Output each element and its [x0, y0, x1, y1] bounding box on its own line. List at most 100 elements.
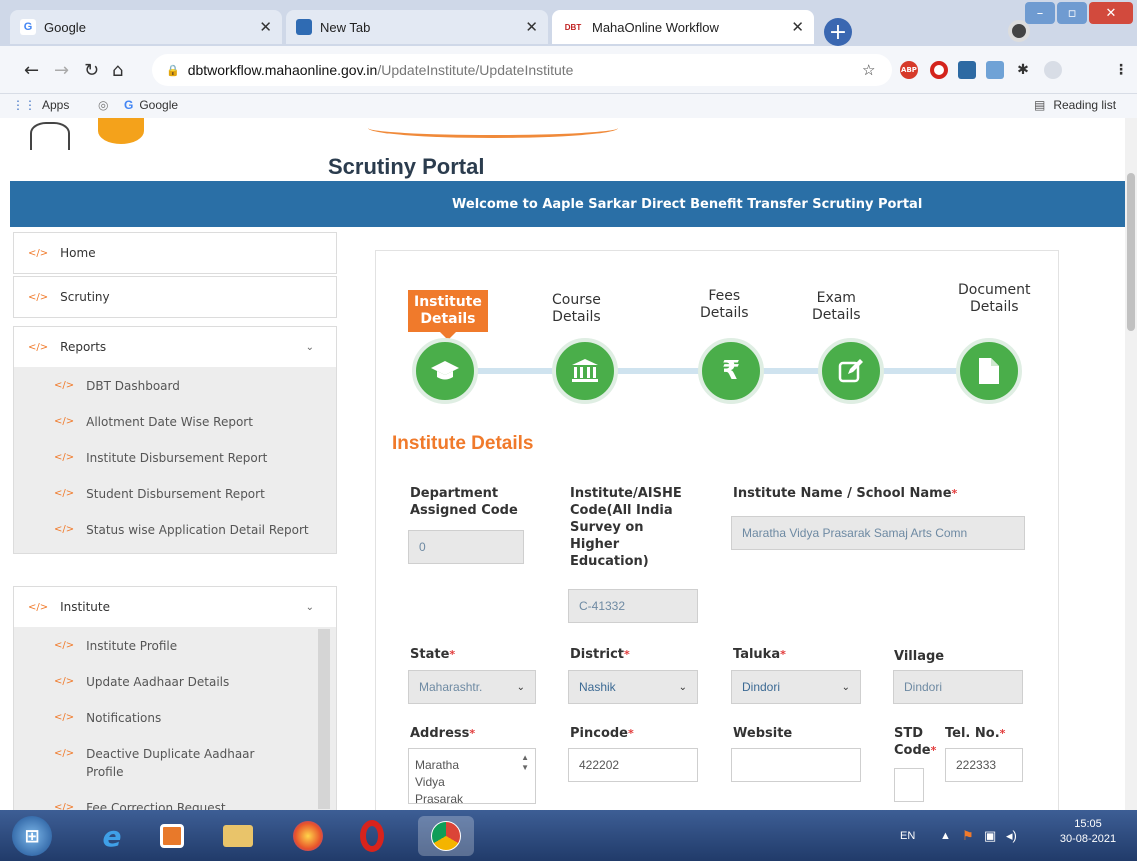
label-line: Assigned Code	[410, 503, 518, 518]
step-fees-button[interactable]: ₹	[698, 338, 764, 404]
avatar[interactable]	[1044, 61, 1062, 79]
sidebar-item-scrutiny[interactable]: </> Scrutiny	[13, 276, 337, 318]
action-center-icon[interactable]: ⚑	[962, 828, 974, 844]
page-scrollbar[interactable]	[1125, 118, 1137, 810]
sidebar-item-reports[interactable]: </> Reports ⌄	[14, 327, 336, 367]
address-line: Maratha	[415, 758, 460, 772]
sidebar-item-notifications[interactable]: </> Notifications	[14, 699, 336, 735]
document-icon	[979, 358, 999, 384]
media-player-icon[interactable]	[152, 816, 192, 856]
maximize-icon[interactable]: ▫	[1057, 2, 1087, 24]
new-tab-button[interactable]: +	[824, 18, 852, 46]
submenu-scrollbar[interactable]	[318, 629, 330, 809]
step-document-button[interactable]	[956, 338, 1022, 404]
tab-mahaonline-workflow[interactable]: DBT MahaOnline Workflow ✕	[552, 10, 814, 44]
bookmark-globe[interactable]: ◎	[98, 98, 108, 112]
label-text: Tel. No.	[945, 726, 1000, 741]
sidebar-item-home[interactable]: </> Home	[13, 232, 337, 274]
adblock-extension-icon[interactable]: ABP	[900, 61, 918, 79]
scrollbar-thumb[interactable]	[1127, 173, 1135, 331]
volume-icon[interactable]: ◂)	[1006, 828, 1017, 844]
step-label-line: Institute	[414, 294, 482, 310]
step-exam-button[interactable]	[818, 338, 884, 404]
file-explorer-icon[interactable]	[218, 816, 258, 856]
home-icon[interactable]: ⌂	[112, 60, 123, 81]
label-line: Institute/AISHE	[570, 486, 682, 501]
step-label-institute[interactable]: Institute Details	[408, 290, 488, 332]
extension-icon[interactable]	[958, 61, 976, 79]
label-text: District	[570, 647, 624, 662]
village-field[interactable]: Dindori	[893, 670, 1023, 704]
bookmark-apps[interactable]: ⋮⋮ Apps	[12, 98, 69, 112]
close-tab-icon[interactable]: ✕	[259, 18, 272, 36]
reload-icon[interactable]: ↻	[84, 60, 99, 81]
back-icon[interactable]: ←	[24, 60, 39, 81]
show-hidden-icons-icon[interactable]: ▲	[940, 830, 951, 842]
sidebar-item-fee-correction[interactable]: </> Fee Correction Request	[14, 789, 336, 810]
internet-explorer-icon[interactable]: e	[92, 816, 132, 856]
browser-tab-strip: G Google ✕ New Tab ✕ DBT MahaOnline Work…	[0, 0, 1137, 46]
tel-no-input[interactable]: 222333	[945, 748, 1023, 782]
step-label-document[interactable]: Document Details	[958, 282, 1031, 316]
close-tab-icon[interactable]: ✕	[791, 18, 804, 36]
pincode-input[interactable]: 422202	[568, 748, 698, 782]
tab-new-tab[interactable]: New Tab ✕	[286, 10, 548, 44]
bookmark-google[interactable]: G Google	[124, 98, 178, 112]
url-input[interactable]: 🔒 dbtworkflow.mahaonline.gov.in/UpdateIn…	[152, 54, 892, 86]
opera-icon[interactable]	[352, 816, 392, 856]
close-tab-icon[interactable]: ✕	[525, 18, 538, 36]
reading-list-button[interactable]: ▤ Reading list	[1034, 98, 1116, 112]
clock[interactable]: 15:05 30-08-2021	[1058, 818, 1118, 845]
step-label-fees[interactable]: Fees Details	[700, 288, 749, 322]
window-controls: – ▫ ✕	[1023, 2, 1133, 24]
textarea-scroll-arrows[interactable]: ▲ ▼	[521, 753, 529, 773]
aishe-code-field[interactable]: C-41332	[568, 589, 698, 623]
step-label-course[interactable]: Course Details	[552, 292, 601, 326]
std-code-input[interactable]	[894, 768, 924, 802]
sidebar-item-institute-profile[interactable]: </> Institute Profile	[14, 627, 336, 663]
rupee-icon: ₹	[721, 356, 741, 386]
opera-extension-icon[interactable]	[930, 61, 948, 79]
taluka-select[interactable]: Dindori ⌄	[731, 670, 861, 704]
firefox-icon[interactable]	[288, 816, 328, 856]
sidebar-item-institute[interactable]: </> Institute ⌄	[14, 587, 336, 627]
menu-label: Institute Profile	[86, 639, 178, 653]
sidebar-item-update-aadhaar[interactable]: </> Update Aadhaar Details	[14, 663, 336, 699]
language-indicator[interactable]: EN	[900, 830, 915, 842]
address-textarea[interactable]: Maratha Vidya Prasarak ▲ ▼	[408, 748, 536, 804]
code-bullet-icon: </>	[28, 601, 49, 613]
label-text: Pincode	[570, 726, 628, 741]
minimize-icon[interactable]: –	[1025, 2, 1055, 24]
menu-label: Institute	[60, 600, 110, 614]
chrome-icon[interactable]	[418, 816, 474, 856]
start-button-icon[interactable]: ⊞	[12, 816, 52, 856]
extension-icon[interactable]	[986, 61, 1004, 79]
chrome-glyph	[431, 821, 461, 851]
tab-title: MahaOnline Workflow	[592, 19, 719, 35]
sidebar-item-status-report[interactable]: </> Status wise Application Detail Report	[14, 511, 336, 553]
media-player-glyph	[160, 824, 184, 848]
forward-icon[interactable]: →	[54, 60, 69, 81]
network-icon[interactable]: ▣	[984, 828, 996, 844]
menu-dots-icon[interactable]: ⋮	[1112, 61, 1130, 79]
sidebar-item-student-disbursement[interactable]: </> Student Disbursement Report	[14, 475, 336, 511]
code-bullet-icon: </>	[54, 676, 75, 687]
tab-google[interactable]: G Google ✕	[10, 10, 282, 44]
code-bullet-icon: </>	[54, 488, 75, 499]
sidebar-item-dbt-dashboard[interactable]: </> DBT Dashboard	[14, 367, 336, 403]
sidebar-item-institute-disbursement[interactable]: </> Institute Disbursement Report	[14, 439, 336, 475]
sidebar-item-allotment-report[interactable]: </> Allotment Date Wise Report	[14, 403, 336, 439]
bookmark-star-icon[interactable]: ☆	[862, 61, 875, 79]
dept-code-field[interactable]: 0	[408, 530, 524, 564]
step-course-button[interactable]	[552, 338, 618, 404]
village-label: Village	[894, 649, 945, 664]
sidebar-item-deactive-duplicate[interactable]: </> Deactive Duplicate Aadhaar Profile	[14, 735, 304, 789]
step-institute-button[interactable]	[412, 338, 478, 404]
district-select[interactable]: Nashik ⌄	[568, 670, 698, 704]
puzzle-icon[interactable]: ✱	[1014, 61, 1032, 79]
website-input[interactable]	[731, 748, 861, 782]
state-select[interactable]: Maharashtr. ⌄	[408, 670, 536, 704]
institute-name-field[interactable]: Maratha Vidya Prasarak Samaj Arts Comn	[731, 516, 1025, 550]
step-label-exam[interactable]: Exam Details	[812, 290, 861, 324]
close-window-icon[interactable]: ✕	[1089, 2, 1133, 24]
